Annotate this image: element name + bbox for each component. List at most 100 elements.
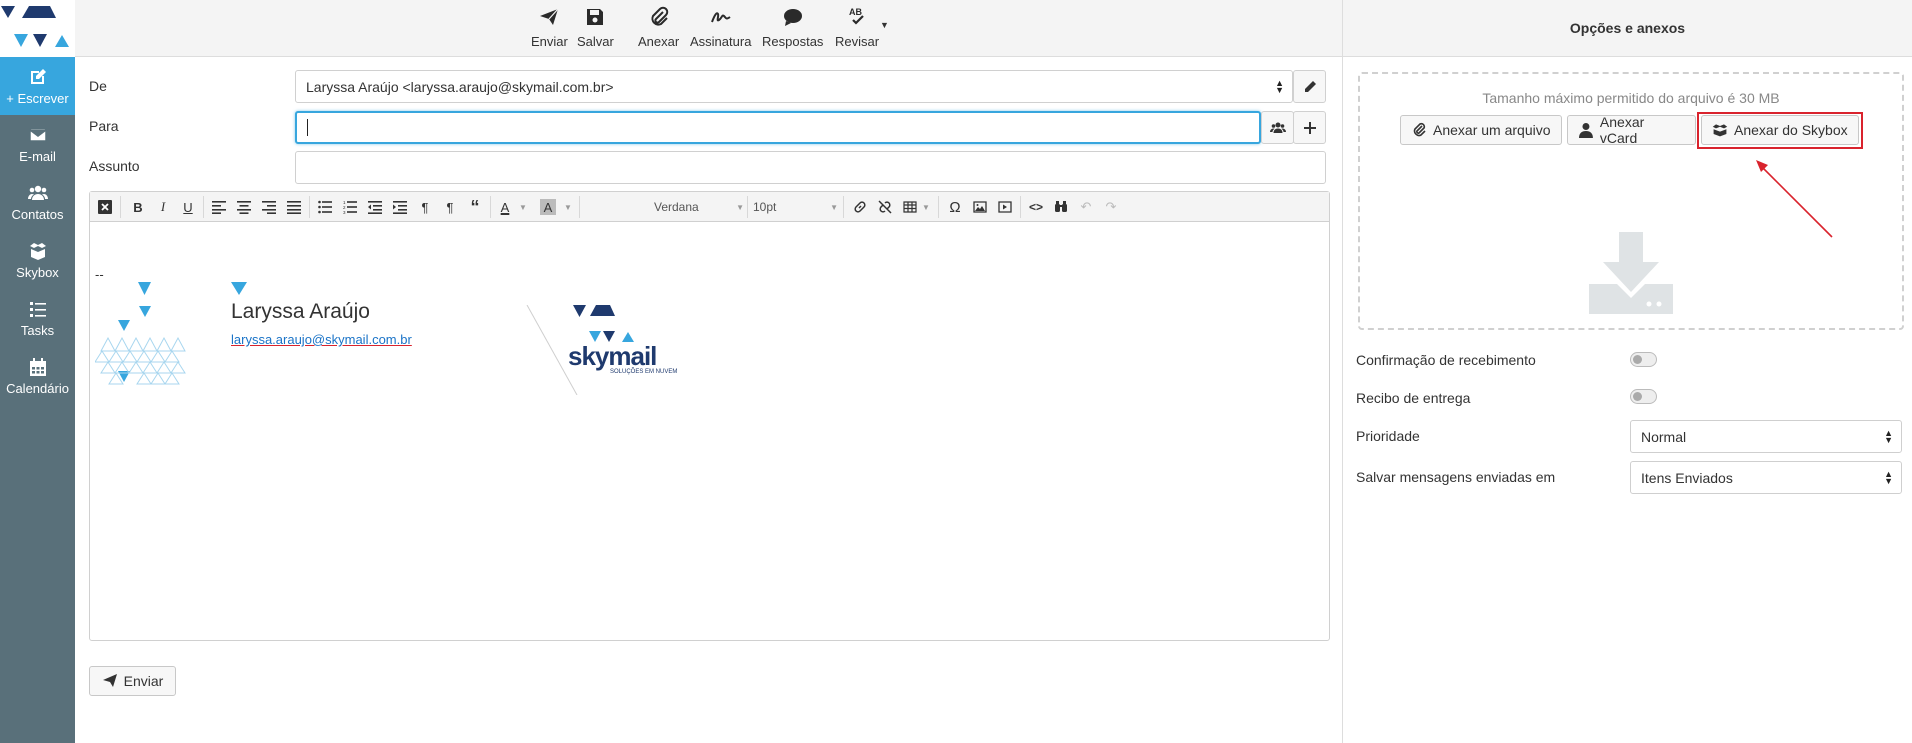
- select-arrows-icon: ▲ ▼: [1275, 78, 1284, 95]
- sidebar-item-label: Contatos: [11, 206, 64, 222]
- bullet-list-icon[interactable]: [315, 197, 335, 217]
- undo-icon[interactable]: ↶: [1076, 197, 1096, 217]
- floppy-disk-icon: [587, 9, 604, 25]
- signature-email-link[interactable]: laryssa.araujo@skymail.com.br: [231, 332, 412, 347]
- plus-icon: [1303, 121, 1316, 134]
- to-label: Para: [89, 118, 119, 134]
- editor-toolbar: B I U 123 ¶ ¶ “ A ▼ A ▼ Verdana ▼ 10pt ▼ ▼: [90, 192, 1329, 222]
- add-recipient-button[interactable]: [1293, 111, 1326, 144]
- save-toolbar-button[interactable]: Salvar: [577, 6, 614, 49]
- blockquote-icon[interactable]: “: [465, 197, 485, 217]
- background-color-caret-icon[interactable]: ▼: [558, 197, 578, 217]
- save-sent-label: Salvar mensagens enviadas em: [1356, 469, 1556, 485]
- media-icon[interactable]: [995, 197, 1015, 217]
- app-logo[interactable]: [0, 0, 75, 57]
- tasks-icon: [29, 301, 46, 317]
- sidebar-item-email[interactable]: E-mail: [0, 115, 75, 173]
- outdent-icon[interactable]: [365, 197, 385, 217]
- sidebar-item-contacts[interactable]: Contatos: [0, 173, 75, 231]
- special-character-icon[interactable]: Ω: [945, 197, 965, 217]
- sidebar-item-label: Calendário: [6, 380, 69, 396]
- link-icon[interactable]: [850, 197, 870, 217]
- subject-label: Assunto: [89, 158, 140, 174]
- user-icon: [1578, 123, 1593, 138]
- sidebar-item-label: + Escrever: [6, 90, 69, 106]
- source-code-icon[interactable]: <>: [1026, 197, 1046, 217]
- align-right-icon[interactable]: [259, 197, 279, 217]
- message-editor[interactable]: B I U 123 ¶ ¶ “ A ▼ A ▼ Verdana ▼ 10pt ▼ ▼: [89, 191, 1330, 641]
- address-book-button[interactable]: [1261, 111, 1294, 144]
- attach-file-button[interactable]: Anexar um arquivo: [1400, 115, 1562, 145]
- edit-identity-button[interactable]: [1293, 70, 1326, 103]
- select-arrows-icon: ▲ ▼: [1884, 469, 1893, 486]
- skybox-icon: [29, 242, 46, 260]
- table-caret-icon[interactable]: ▼: [916, 197, 936, 217]
- send-toolbar-button[interactable]: Enviar: [531, 6, 568, 49]
- ltr-direction-icon[interactable]: ¶: [415, 197, 435, 217]
- sidebar-item-tasks[interactable]: Tasks: [0, 289, 75, 347]
- subject-input[interactable]: [295, 151, 1326, 184]
- signature-skymail-logo: skymail SOLUÇÕES EM NUVEM: [568, 304, 688, 376]
- delivery-receipt-toggle[interactable]: [1630, 389, 1657, 404]
- sidebar-item-label: E-mail: [19, 148, 56, 164]
- signature-toolbar-button[interactable]: Assinatura: [690, 6, 751, 49]
- signature-icon: [710, 12, 731, 23]
- paper-plane-icon: [102, 674, 117, 687]
- text-color-caret-icon[interactable]: ▼: [513, 197, 533, 217]
- svg-text:3: 3: [343, 210, 346, 214]
- indent-icon[interactable]: [390, 197, 410, 217]
- sidebar-item-calendar[interactable]: Calendário: [0, 347, 75, 405]
- sidebar-item-compose[interactable]: + Escrever: [0, 57, 75, 115]
- pencil-icon: [1304, 80, 1316, 92]
- send-button[interactable]: Enviar: [89, 666, 176, 696]
- numbered-list-icon[interactable]: 123: [340, 197, 360, 217]
- underline-icon[interactable]: U: [178, 197, 198, 217]
- bold-icon[interactable]: B: [128, 197, 148, 217]
- skymail-logo-graphic: [573, 305, 634, 342]
- read-receipt-toggle[interactable]: [1630, 352, 1657, 367]
- skymail-wordmark: skymail: [568, 341, 657, 371]
- mail-icon: [28, 127, 47, 142]
- to-input[interactable]: [295, 111, 1261, 144]
- review-toolbar-button[interactable]: AB Revisar: [835, 6, 879, 49]
- from-label: De: [89, 78, 107, 94]
- review-dropdown-caret-icon[interactable]: ▼: [880, 20, 889, 30]
- italic-icon[interactable]: I: [153, 197, 173, 217]
- priority-label: Prioridade: [1356, 428, 1420, 444]
- select-arrows-icon: ▲ ▼: [1884, 428, 1893, 445]
- spellcheck-icon: AB: [849, 7, 864, 25]
- clear-formatting-icon[interactable]: [95, 197, 115, 217]
- read-receipt-label: Confirmação de recebimento: [1356, 352, 1536, 368]
- responses-toolbar-button[interactable]: Respostas: [762, 6, 823, 49]
- search-replace-icon[interactable]: [1051, 197, 1071, 217]
- align-center-icon[interactable]: [234, 197, 254, 217]
- priority-select[interactable]: Normal ▲ ▼: [1630, 420, 1902, 453]
- redo-icon[interactable]: ↷: [1101, 197, 1121, 217]
- image-icon[interactable]: [970, 197, 990, 217]
- annotation-arrow: [1756, 160, 1833, 238]
- signature-triangles-graphic: [95, 282, 186, 385]
- save-sent-select[interactable]: Itens Enviados ▲ ▼: [1630, 461, 1902, 494]
- font-family-select[interactable]: Verdana ▼: [654, 197, 744, 217]
- unlink-icon[interactable]: [875, 197, 895, 217]
- text-color-icon[interactable]: A: [495, 197, 515, 217]
- background-color-icon[interactable]: A: [540, 199, 556, 215]
- compose-toolbar: Enviar Salvar Anexar Assinatura Resposta…: [75, 0, 1342, 57]
- align-justify-icon[interactable]: [284, 197, 304, 217]
- contacts-icon: [27, 185, 48, 200]
- attach-toolbar-button[interactable]: Anexar: [638, 6, 679, 49]
- paperclip-icon: [651, 6, 668, 26]
- sidebar: + Escrever E-mail Contatos Skybox Tasks …: [0, 0, 75, 743]
- skymail-tagline: SOLUÇÕES EM NUVEM: [610, 369, 678, 375]
- font-size-select[interactable]: 10pt ▼: [753, 197, 838, 217]
- attach-vcard-button[interactable]: Anexar vCard: [1567, 114, 1696, 146]
- compose-icon: [30, 68, 46, 84]
- sidebar-item-skybox[interactable]: Skybox: [0, 231, 75, 289]
- sidebar-item-label: Tasks: [20, 322, 55, 338]
- paperclip-icon: [1413, 122, 1426, 137]
- paper-plane-icon: [540, 8, 559, 25]
- align-left-icon[interactable]: [209, 197, 229, 217]
- signature-accent-triangle: [231, 282, 247, 295]
- from-select[interactable]: Laryssa Araújo <laryssa.araujo@skymail.c…: [295, 70, 1293, 103]
- rtl-direction-icon[interactable]: ¶: [440, 197, 460, 217]
